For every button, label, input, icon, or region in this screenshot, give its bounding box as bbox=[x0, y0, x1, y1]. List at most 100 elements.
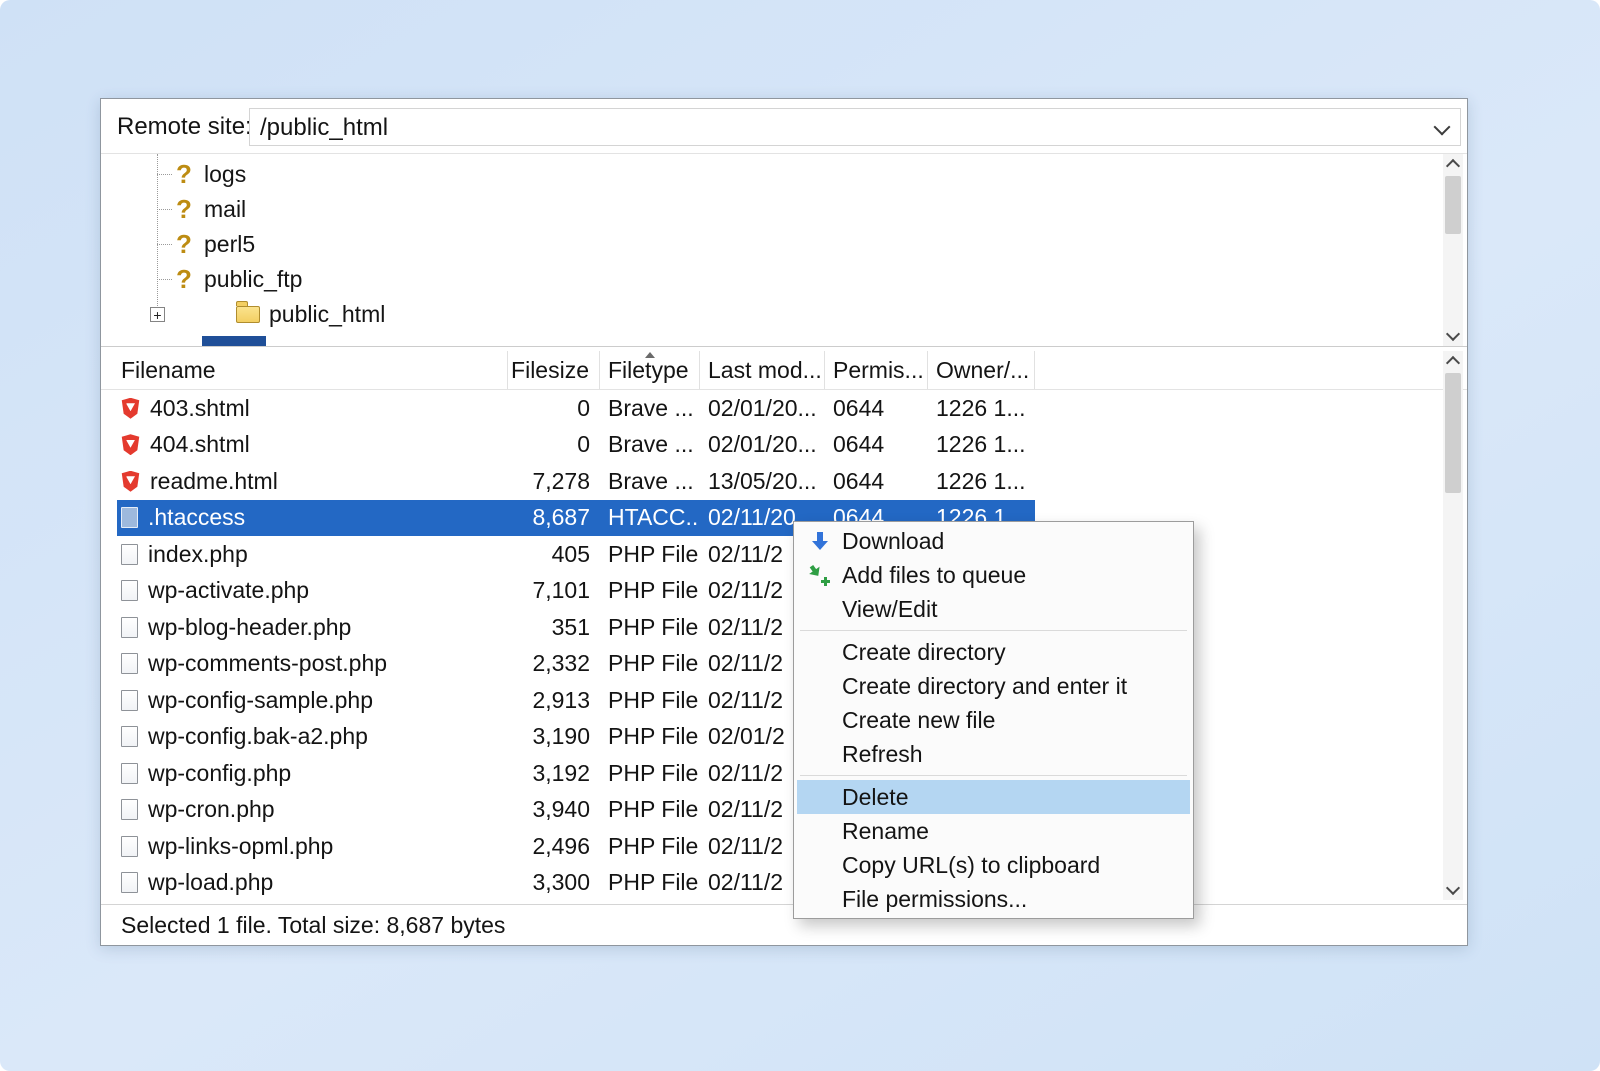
file-size: 3,192 bbox=[508, 760, 600, 787]
unknown-folder-icon: ? bbox=[173, 229, 195, 260]
remote-site-bar: Remote site: /public_html bbox=[101, 105, 1467, 149]
htaccess-file-icon bbox=[121, 507, 138, 528]
menu-item-copy-url-s-to-clipboard[interactable]: Copy URL(s) to clipboard bbox=[797, 848, 1190, 882]
file-name-cell: 403.shtml bbox=[117, 395, 508, 422]
file-type: PHP File bbox=[600, 577, 700, 604]
file-icon bbox=[121, 799, 138, 820]
tree-item-label: public_ftp bbox=[204, 266, 302, 293]
tree-item-public-html[interactable]: + public_html bbox=[101, 297, 1445, 332]
menu-item-create-directory-and-enter-it[interactable]: Create directory and enter it bbox=[797, 669, 1190, 703]
column-header-filetype[interactable]: Filetype bbox=[600, 351, 700, 389]
status-bar: Selected 1 file. Total size: 8,687 bytes bbox=[101, 904, 1467, 945]
tree-connector-stub bbox=[157, 279, 172, 280]
tree-item-label: public_html bbox=[269, 301, 385, 328]
tree-item-mail[interactable]: ?mail bbox=[101, 192, 1445, 227]
file-name-cell: wp-config.bak-a2.php bbox=[117, 723, 508, 750]
menu-item-view-edit[interactable]: View/Edit bbox=[797, 592, 1190, 626]
column-header-owner[interactable]: Owner/... bbox=[928, 351, 1035, 389]
table-row[interactable]: 403.shtml0Brave ...02/01/20...06441226 1… bbox=[117, 390, 1035, 427]
file-size: 351 bbox=[508, 614, 600, 641]
menu-item-label: Create directory and enter it bbox=[842, 673, 1127, 700]
scroll-down-button[interactable] bbox=[1443, 326, 1463, 346]
unknown-folder-icon: ? bbox=[173, 159, 195, 190]
file-permissions: 0644 bbox=[825, 468, 928, 495]
file-size: 7,101 bbox=[508, 577, 600, 604]
file-name: wp-comments-post.php bbox=[148, 650, 387, 677]
file-size: 8,687 bbox=[508, 504, 600, 531]
file-type: HTACC... bbox=[600, 504, 700, 531]
sort-ascending-icon bbox=[645, 352, 655, 358]
menu-item-label: Create directory bbox=[842, 639, 1006, 666]
scrollbar-thumb[interactable] bbox=[1445, 176, 1461, 234]
file-size: 0 bbox=[508, 431, 600, 458]
file-modified: 02/01/20... bbox=[700, 431, 825, 458]
file-owner: 1226 1... bbox=[928, 395, 1035, 422]
tree-item-perl5[interactable]: ?perl5 bbox=[101, 227, 1445, 262]
file-name: 404.shtml bbox=[150, 431, 250, 458]
file-name-cell: wp-links-opml.php bbox=[117, 833, 508, 860]
remote-site-label: Remote site: bbox=[117, 113, 252, 141]
file-type: PHP File bbox=[600, 833, 700, 860]
file-name-cell: wp-activate.php bbox=[117, 577, 508, 604]
menu-item-download[interactable]: Download bbox=[797, 524, 1190, 558]
table-row[interactable]: 404.shtml0Brave ...02/01/20...06441226 1… bbox=[117, 427, 1035, 464]
context-menu: DownloadAdd files to queue View/Edit Creat… bbox=[793, 521, 1194, 919]
scroll-up-button[interactable] bbox=[1443, 351, 1463, 371]
chevron-up-icon bbox=[1446, 356, 1460, 370]
menu-item-add-files-to-queue[interactable]: Add files to queue bbox=[797, 558, 1190, 592]
file-modified: 02/01/20... bbox=[700, 395, 825, 422]
tree-connector-stub bbox=[157, 174, 172, 175]
menu-item-label: Copy URL(s) to clipboard bbox=[842, 852, 1100, 879]
expand-plus-icon[interactable]: + bbox=[150, 307, 165, 322]
scroll-up-button[interactable] bbox=[1443, 154, 1463, 174]
desktop-background: Remote site: /public_html ?logs?mail?per… bbox=[0, 0, 1600, 1071]
unknown-folder-icon: ? bbox=[173, 194, 195, 225]
menu-item-file-permissions[interactable]: File permissions... bbox=[797, 882, 1190, 916]
file-type: PHP File bbox=[600, 723, 700, 750]
file-size: 2,496 bbox=[508, 833, 600, 860]
menu-item-label: View/Edit bbox=[842, 596, 937, 623]
file-type: Brave ... bbox=[600, 468, 700, 495]
file-type: PHP File bbox=[600, 541, 700, 568]
tree-scrollbar[interactable] bbox=[1443, 154, 1463, 346]
tree-item-public-ftp[interactable]: ?public_ftp bbox=[101, 262, 1445, 297]
menu-item-create-directory[interactable]: Create directory bbox=[797, 635, 1190, 669]
file-name-cell: wp-load.php bbox=[117, 869, 508, 896]
file-list-scrollbar[interactable] bbox=[1443, 351, 1463, 900]
table-row[interactable]: readme.html7,278Brave ...13/05/20...0644… bbox=[117, 463, 1035, 500]
file-name: wp-cron.php bbox=[148, 796, 275, 823]
file-type: PHP File bbox=[600, 650, 700, 677]
column-header-filename[interactable]: Filename bbox=[117, 351, 508, 389]
remote-site-combobox[interactable]: /public_html bbox=[249, 108, 1461, 146]
file-name-cell: wp-comments-post.php bbox=[117, 650, 508, 677]
file-icon bbox=[121, 690, 138, 711]
menu-separator bbox=[800, 775, 1187, 776]
menu-item-create-new-file[interactable]: Create new file bbox=[797, 703, 1190, 737]
file-list-header: Filename Filesize Filetype Last mod... P… bbox=[117, 351, 1035, 389]
menu-item-delete[interactable]: Delete bbox=[797, 780, 1190, 814]
menu-item-refresh[interactable]: Refresh bbox=[797, 737, 1190, 771]
scroll-down-button[interactable] bbox=[1443, 880, 1463, 900]
menu-item-label: Refresh bbox=[842, 741, 923, 768]
column-header-permissions[interactable]: Permis... bbox=[825, 351, 928, 389]
download-icon bbox=[805, 530, 835, 552]
file-name: wp-config.php bbox=[148, 760, 291, 787]
file-name: wp-config-sample.php bbox=[148, 687, 373, 714]
column-header-last-modified[interactable]: Last mod... bbox=[700, 351, 825, 389]
chevron-down-icon[interactable] bbox=[1434, 119, 1451, 136]
menu-separator bbox=[800, 630, 1187, 631]
folder-icon bbox=[236, 306, 260, 323]
file-size: 7,278 bbox=[508, 468, 600, 495]
file-type: PHP File bbox=[600, 796, 700, 823]
menu-item-rename[interactable]: Rename bbox=[797, 814, 1190, 848]
tree-item-logs[interactable]: ?logs bbox=[101, 157, 1445, 192]
file-size: 3,300 bbox=[508, 869, 600, 896]
chevron-down-icon bbox=[1446, 881, 1460, 895]
file-name: index.php bbox=[148, 541, 248, 568]
file-name-cell: wp-blog-header.php bbox=[117, 614, 508, 641]
scrollbar-thumb[interactable] bbox=[1445, 373, 1461, 493]
column-header-filesize[interactable]: Filesize bbox=[508, 351, 600, 389]
file-name-cell: wp-config-sample.php bbox=[117, 687, 508, 714]
file-type: PHP File bbox=[600, 614, 700, 641]
file-permissions: 0644 bbox=[825, 431, 928, 458]
